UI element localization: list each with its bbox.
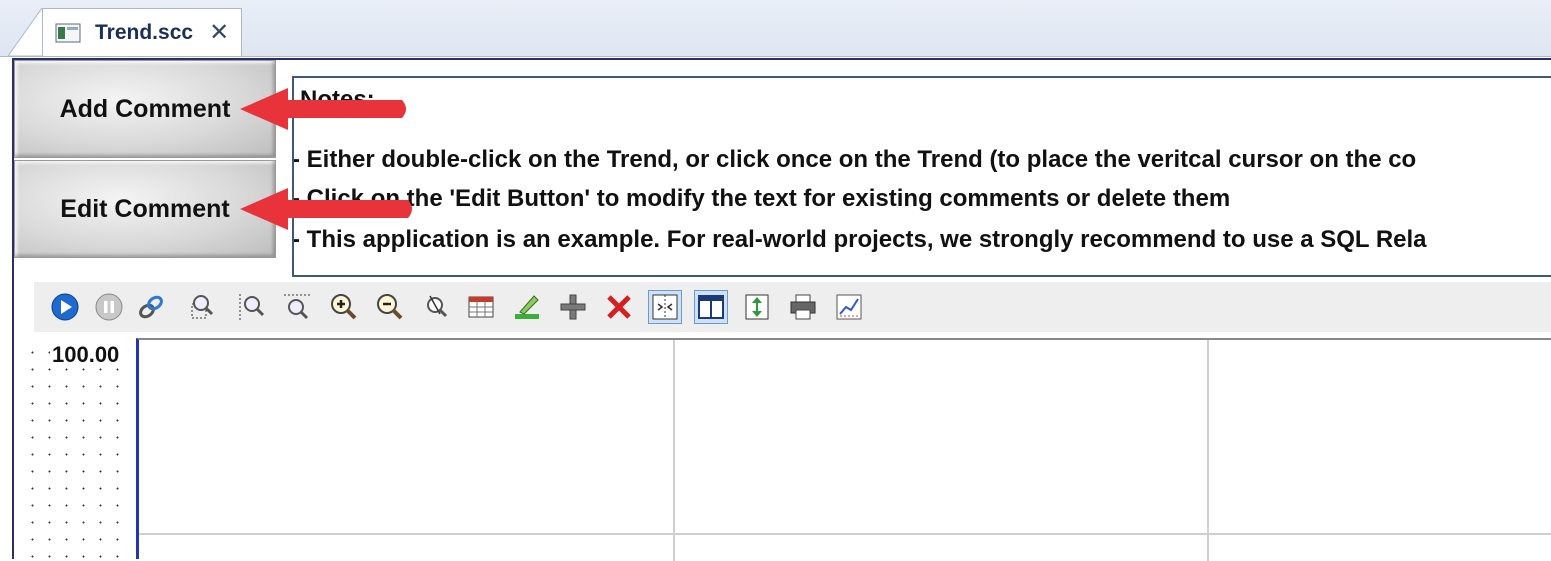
vertical-scale-icon (745, 294, 769, 320)
zoom-reset-button[interactable] (418, 290, 452, 324)
zoom-fit-icon (284, 294, 310, 320)
zoom-in-icon (331, 294, 357, 320)
print-button[interactable] (786, 290, 820, 324)
notes-line: - This application is an example. For re… (292, 226, 1427, 253)
highlight-icon (515, 295, 539, 319)
play-icon (51, 293, 79, 321)
document-tab-strip: Trend.scc ✕ (0, 0, 1551, 57)
y-axis-area (20, 338, 132, 559)
zoom-cursor-icon (239, 294, 265, 320)
pause-button[interactable] (92, 290, 126, 324)
tab-label: Trend.scc (95, 20, 194, 44)
chart-settings-icon (836, 294, 862, 320)
grid-line-vertical (673, 340, 675, 561)
chart-settings-button[interactable] (832, 290, 866, 324)
add-pen-button[interactable] (556, 290, 590, 324)
trend-toolbar (34, 282, 1551, 332)
y-axis-max-label: 100.00 (50, 342, 122, 368)
play-button[interactable] (48, 290, 82, 324)
annotation-arrow-icon (240, 88, 406, 130)
tab-trend-scc[interactable]: Trend.scc ✕ (42, 8, 242, 56)
zoom-fit-button[interactable] (280, 290, 314, 324)
window-button[interactable] (694, 290, 728, 324)
table-button[interactable] (464, 290, 498, 324)
add-pen-icon (560, 294, 586, 320)
grid-line-horizontal (139, 533, 1551, 535)
print-icon (790, 294, 816, 320)
cursor-mode-icon (652, 294, 678, 320)
trend-plot-area[interactable] (136, 338, 1551, 561)
zoom-cursor-button[interactable] (234, 290, 268, 324)
close-icon[interactable]: ✕ (209, 20, 229, 45)
zoom-out-button[interactable] (372, 290, 406, 324)
notes-line: - Click on the 'Edit Button' to modify t… (292, 185, 1231, 212)
link-icon (139, 295, 163, 319)
notes-line: - Either double-click on the Trend, or c… (292, 146, 1417, 173)
zoom-reset-icon (427, 295, 448, 318)
zoom-area-button[interactable] (184, 290, 218, 324)
pause-icon (95, 293, 123, 321)
zoom-in-button[interactable] (326, 290, 360, 324)
notes-panel: Notes: - Either double-click on the Tren… (292, 76, 1551, 277)
cursor-mode-button[interactable] (648, 290, 682, 324)
delete-icon (607, 295, 631, 319)
vertical-scale-button[interactable] (740, 290, 774, 324)
window-icon (698, 295, 724, 319)
table-icon (468, 296, 494, 318)
highlight-button[interactable] (510, 290, 544, 324)
zoom-out-icon (377, 294, 403, 320)
delete-button[interactable] (602, 290, 636, 324)
annotation-arrow-icon (240, 188, 412, 230)
zoom-area-icon (191, 295, 214, 319)
link-button[interactable] (134, 290, 168, 324)
document-icon (55, 23, 81, 43)
grid-line-vertical (1207, 340, 1209, 561)
